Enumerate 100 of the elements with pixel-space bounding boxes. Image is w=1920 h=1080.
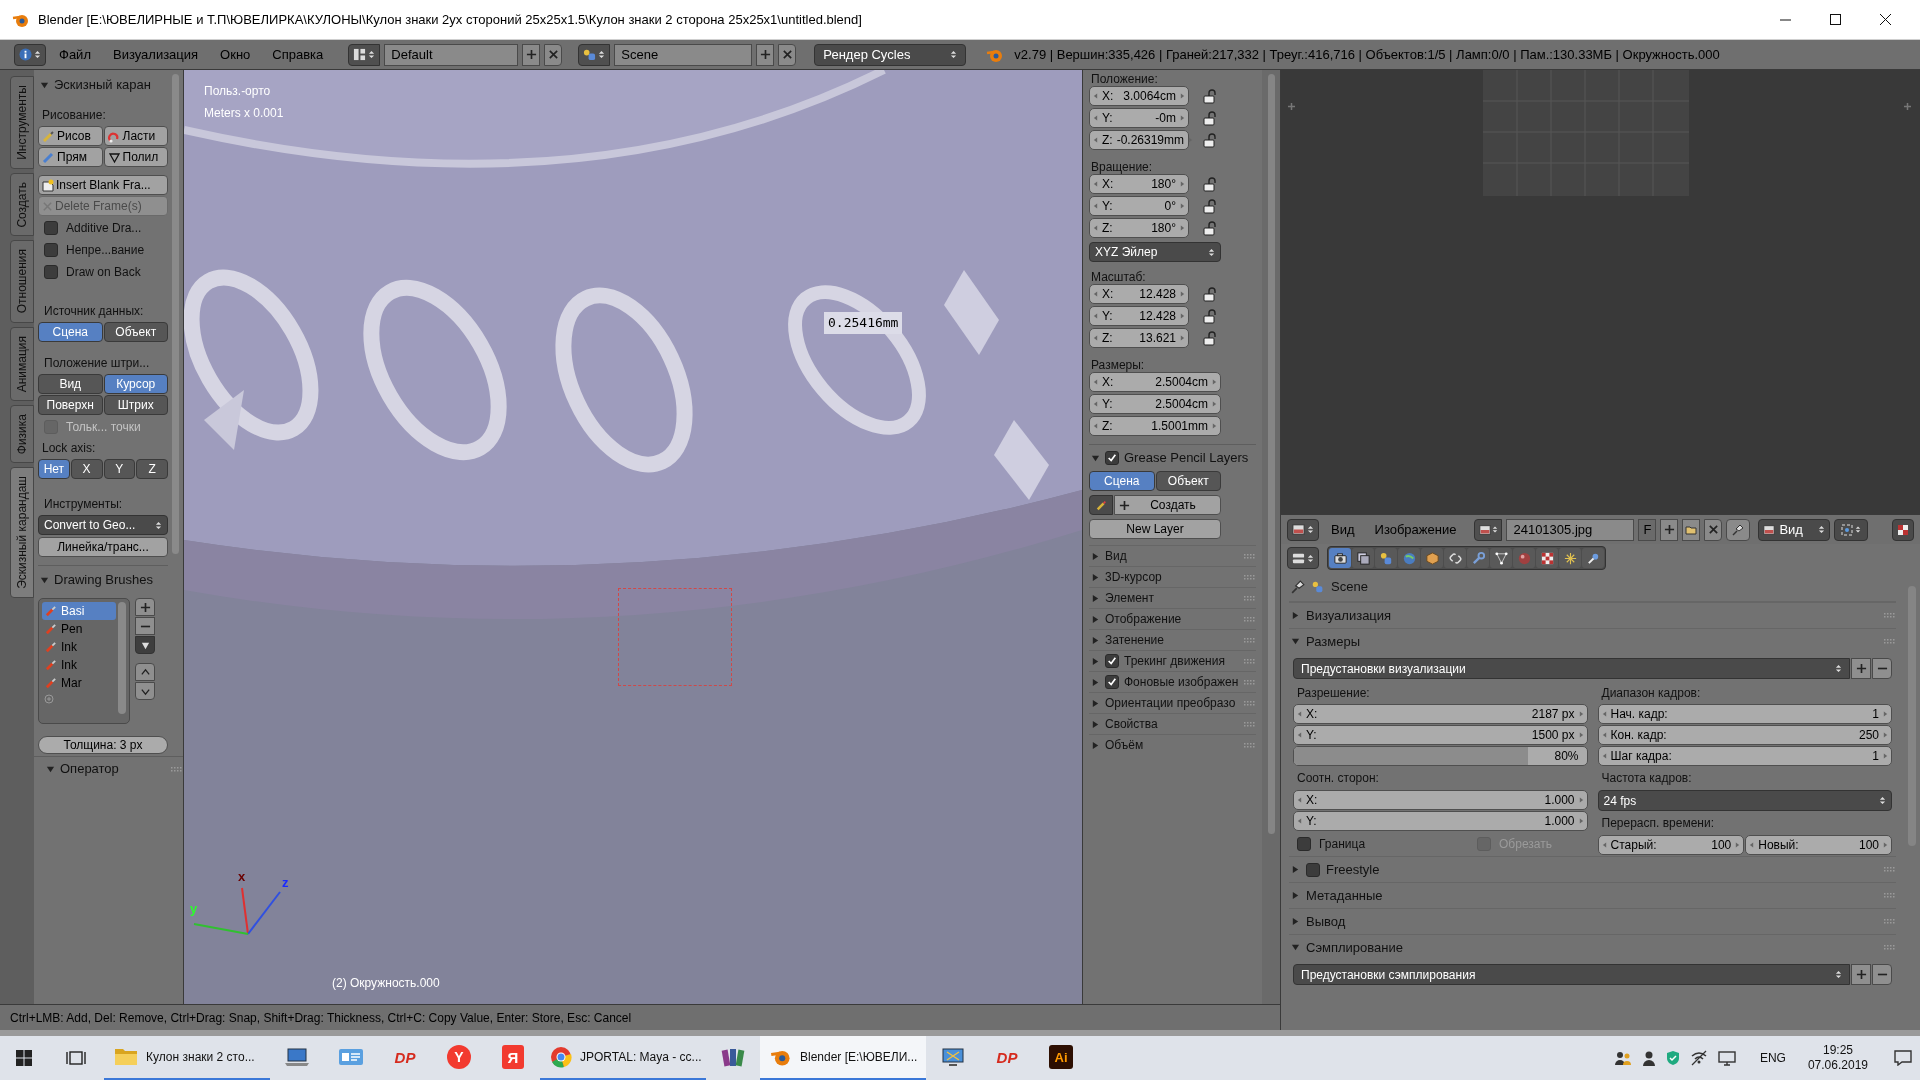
list-item[interactable]: Pen [42, 620, 116, 638]
collapse-triangle-icon[interactable] [40, 575, 49, 585]
number-field[interactable]: Y: 0° [1089, 196, 1189, 216]
checkbox[interactable] [1297, 837, 1311, 851]
number-field[interactable]: Шаг кадра: 1 [1597, 746, 1892, 766]
remove-button[interactable] [1872, 658, 1892, 679]
panel-tab[interactable]: Создать [10, 172, 34, 237]
collapse-triangle-icon[interactable] [46, 764, 55, 774]
number-field[interactable]: Z: -0.26319mm [1089, 130, 1189, 150]
number-field[interactable]: Y: -0m [1089, 108, 1189, 128]
panel-tab[interactable]: Физика [10, 405, 34, 464]
unlink-button[interactable] [1704, 518, 1723, 541]
plus-icon[interactable] [759, 49, 771, 60]
properties-tab[interactable] [1490, 548, 1512, 568]
texture-button[interactable] [1892, 518, 1914, 541]
pin-icon[interactable] [1291, 579, 1305, 594]
plus-icon[interactable] [1855, 969, 1867, 980]
clock[interactable]: 19:25 07.06.2019 [1807, 1043, 1868, 1073]
add-button[interactable] [522, 43, 541, 66]
taskbar-button[interactable]: DP [980, 1036, 1034, 1080]
pin-button[interactable] [1726, 518, 1751, 541]
taskbar-button[interactable]: Я [486, 1036, 540, 1080]
toggle-button[interactable]: Z [136, 459, 168, 479]
tool-button[interactable]: Прям [38, 147, 103, 167]
expand-triangle-icon[interactable] [1091, 677, 1100, 687]
view-mode-dropdown[interactable]: Вид [1758, 518, 1831, 541]
expand-triangle-icon[interactable] [1091, 698, 1100, 708]
browse-button[interactable] [578, 43, 611, 66]
new-image-button[interactable] [1660, 518, 1679, 541]
close-icon[interactable] [1879, 14, 1891, 25]
pivot-dropdown[interactable] [1834, 518, 1869, 541]
expand-triangle-icon[interactable] [1091, 635, 1100, 645]
panel-title[interactable]: Отображение [1105, 610, 1182, 628]
taskbar-button[interactable]: Кулон знаки 2 сто... [104, 1036, 270, 1080]
preset-dropdown[interactable]: Предустановки сэмплирования [1293, 964, 1850, 985]
add-button[interactable] [1851, 964, 1871, 985]
panel-title[interactable]: Свойства [1105, 715, 1158, 733]
browse-button[interactable] [348, 43, 381, 66]
expand-triangle-icon[interactable] [1291, 891, 1300, 900]
checker-icon[interactable] [1897, 523, 1909, 536]
number-field[interactable]: Z: 1.5001mm [1089, 416, 1221, 436]
padlock-icon[interactable] [1203, 176, 1217, 192]
panel-title[interactable]: Ориентации преобразо [1105, 694, 1236, 712]
number-field[interactable]: X: 2187 px [1293, 704, 1588, 724]
plus-icon[interactable] [525, 49, 537, 60]
properties-tab[interactable] [1536, 548, 1558, 568]
preset-dropdown[interactable]: Предустановки визуализации [1293, 658, 1850, 679]
browse-button[interactable] [1474, 518, 1503, 541]
list-item[interactable]: Mar [42, 674, 116, 692]
scrollbar-thumb[interactable] [1267, 74, 1275, 834]
menu-item[interactable]: Справка [263, 44, 333, 65]
number-field[interactable]: Y: 1.000 [1293, 811, 1588, 831]
number-field[interactable]: X: 3.0064cm [1089, 86, 1189, 106]
collapse-triangle-icon[interactable] [1291, 637, 1300, 646]
scrollbar-thumb[interactable] [118, 602, 126, 714]
expand-triangle-icon[interactable] [1091, 656, 1100, 666]
number-field[interactable]: X: 2.5004cm [1089, 372, 1221, 392]
panel-title[interactable]: Grease Pencil Layers [1124, 448, 1249, 468]
padlock-icon[interactable] [1203, 330, 1217, 346]
padlock-icon[interactable] [1203, 110, 1217, 126]
expand-triangle-icon[interactable] [1291, 611, 1300, 620]
checkbox[interactable] [1105, 451, 1119, 465]
add-button[interactable] [756, 43, 775, 66]
tool-button[interactable]: Рисов [38, 126, 103, 146]
toggle-button[interactable]: Курсор [103, 374, 168, 394]
taskbar-button[interactable]: Y [432, 1036, 486, 1080]
render-engine-dropdown[interactable]: Рендер Cycles [814, 43, 967, 66]
thickness-field[interactable]: Толщина: 3 px [38, 736, 168, 754]
panel-title[interactable]: Эскизный каран [54, 75, 151, 95]
people-icon[interactable] [1613, 1050, 1632, 1066]
person-icon[interactable] [1641, 1050, 1656, 1066]
list-item[interactable]: Ink [42, 638, 116, 656]
expand-triangle-icon[interactable] [1091, 719, 1100, 729]
panel-title[interactable]: Вид [1105, 547, 1127, 565]
frame-button[interactable]: Insert Blank Fra... [38, 175, 168, 195]
create-button[interactable]: Создать [1114, 495, 1221, 515]
taskbar-button[interactable]: JPORTAL: Maya - cc... [540, 1036, 706, 1080]
toggle-button[interactable]: Объект [1155, 471, 1221, 491]
remove-button[interactable] [135, 617, 155, 635]
open-image-button[interactable] [1682, 518, 1701, 541]
start-icon[interactable] [16, 1050, 32, 1066]
number-field[interactable]: X: 1.000 [1293, 790, 1588, 810]
move-down-button[interactable] [135, 682, 155, 700]
expand-triangle-icon[interactable] [1091, 551, 1100, 561]
properties-tab[interactable] [1559, 548, 1581, 568]
panel-title[interactable]: Фоновые изображен [1124, 673, 1239, 691]
panel-title[interactable]: Объём [1105, 736, 1144, 754]
checkbox[interactable] [44, 265, 58, 279]
tool-button[interactable]: Ласти [103, 126, 168, 146]
plus-icon[interactable] [1855, 663, 1867, 674]
properties-tab[interactable] [1444, 548, 1466, 568]
panel-title[interactable]: Вывод [1306, 911, 1346, 932]
corner-plus-icon[interactable] [1903, 102, 1912, 111]
maximize-icon[interactable] [1829, 14, 1841, 25]
number-field[interactable]: Кон. кадр: 250 [1597, 725, 1892, 745]
toggle-button[interactable]: Штрих [103, 395, 168, 415]
folder-icon[interactable] [1685, 523, 1698, 536]
menu-item[interactable]: Визуализация [103, 44, 208, 65]
taskbar-button[interactable]: Ai [1034, 1036, 1088, 1080]
remove-button[interactable] [544, 43, 563, 66]
